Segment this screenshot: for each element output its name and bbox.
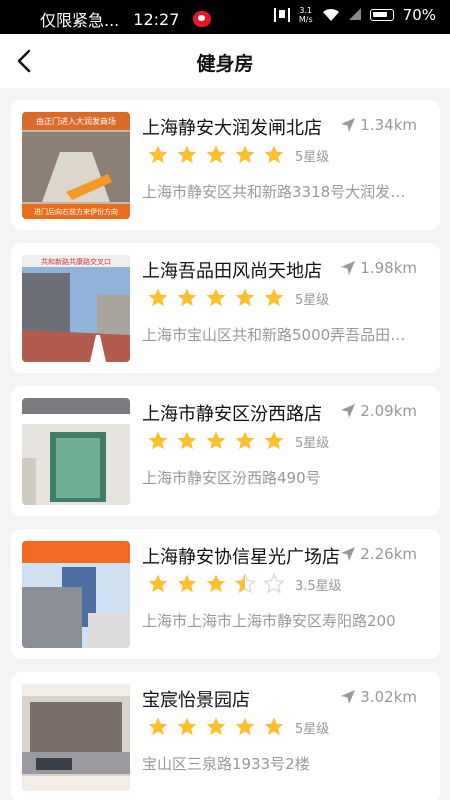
navigation-arrow-icon [341, 547, 356, 561]
star-rating: 3.5星级 [147, 573, 342, 595]
status-bar: 仅限紧急... 12:27 3.1 M/s 70% [0, 0, 450, 34]
star-filled-icon [148, 145, 168, 164]
star-filled-icon [264, 717, 284, 736]
signal-icon [348, 6, 361, 24]
gym-name: 宝宸怡景园店 [142, 690, 250, 711]
rating-label: 5星级 [295, 721, 330, 737]
gym-distance-text: 1.98km [360, 259, 417, 277]
rating-label: 5星级 [295, 435, 330, 451]
navigation-arrow-icon [341, 690, 356, 704]
gym-distance-text: 2.09km [360, 402, 417, 420]
gym-card[interactable]: 共和新路共康路交叉口 上海吾品田风尚天地店 1.98km 5星级 上海市宝山区共… [11, 243, 440, 373]
gym-name: 上海静安协信星光广场店 [142, 547, 340, 568]
star-rating: 5星级 [147, 716, 329, 738]
network-speed-unit: M/s [298, 15, 313, 24]
gym-thumbnail [22, 684, 130, 791]
gym-distance: 3.02km [339, 688, 417, 706]
star-filled-icon [235, 717, 255, 736]
gym-name: 上海吾品田风尚天地店 [142, 261, 322, 282]
star-filled-icon [177, 717, 197, 736]
weibo-notification-icon [193, 11, 212, 27]
star-filled-icon [206, 145, 226, 164]
gym-thumbnail: 由正门进入大润发商场进门后向右前方来伊份方向 [22, 112, 130, 219]
star-filled-icon [206, 574, 226, 593]
star-rating: 5星级 [147, 287, 329, 309]
gym-distance-text: 3.02km [360, 688, 417, 706]
wifi-icon [322, 8, 340, 22]
gym-address: 上海市宝山区共和新路5000弄吾品田风尚天地 [142, 326, 412, 344]
vibrate-icon [273, 8, 290, 22]
star-filled-icon [148, 288, 168, 307]
navigation-arrow-icon [341, 118, 356, 132]
star-filled-icon [177, 574, 197, 593]
gym-address: 上海市静安区共和新路3318号大润发闸北店 [142, 183, 412, 201]
thumbnail-caption-bottom: 进门后向右前方来伊份方向 [34, 207, 118, 216]
battery-percent: 70% [402, 6, 436, 24]
star-filled-icon [235, 288, 255, 307]
gym-distance-text: 1.34km [360, 116, 417, 134]
gym-thumbnail [22, 398, 130, 505]
gym-name: 上海静安大润发闸北店 [142, 118, 322, 139]
navigation-arrow-icon [341, 404, 356, 418]
thumbnail-caption-top: 由正门进入大润发商场 [36, 116, 116, 126]
star-filled-icon [177, 431, 197, 450]
gym-distance: 2.09km [339, 402, 417, 420]
top-app-bar: 健身房 [0, 34, 450, 88]
rating-label: 5星级 [295, 149, 330, 165]
navigation-arrow-icon [341, 261, 356, 275]
star-rating: 5星级 [147, 144, 329, 166]
gym-card[interactable]: 上海静安协信星光广场店 2.26km 3.5星级 上海市上海市上海市静安区寿阳路… [11, 529, 440, 659]
gym-distance: 2.26km [339, 545, 417, 563]
star-filled-icon [148, 574, 168, 593]
gym-distance-text: 2.26km [360, 545, 417, 563]
network-speed-value: 3.1 [299, 6, 313, 15]
gym-card[interactable]: 上海市静安区汾西路店 2.09km 5星级 上海市静安区汾西路490号 [11, 386, 440, 516]
gym-thumbnail [22, 541, 130, 648]
star-rating: 5星级 [147, 430, 329, 452]
gym-address: 宝山区三泉路1933号2楼 [142, 755, 310, 773]
gym-address: 上海市上海市上海市静安区寿阳路200 [142, 612, 396, 630]
star-filled-icon [206, 288, 226, 307]
clock: 12:27 [133, 9, 180, 29]
rating-label: 5星级 [295, 292, 330, 308]
gym-list: 由正门进入大润发商场 进门后向右前方来伊份方向 上海静安大润发闸北店 1.34km… [11, 100, 440, 800]
gym-distance: 1.98km [339, 259, 417, 277]
star-filled-icon [264, 145, 284, 164]
network-speed: 3.1 M/s [299, 6, 313, 24]
star-half-icon [234, 573, 256, 594]
star-filled-icon [235, 431, 255, 450]
gym-address: 上海市静安区汾西路490号 [142, 469, 321, 487]
star-empty-icon [263, 573, 285, 594]
page-title: 健身房 [196, 53, 254, 75]
star-filled-icon [177, 145, 197, 164]
notification-text: 仅限紧急... [40, 11, 120, 30]
star-filled-icon [264, 288, 284, 307]
gym-distance: 1.34km [339, 116, 417, 134]
thumbnail-caption-top: 共和新路共康路交叉口 [41, 257, 111, 266]
star-filled-icon [264, 431, 284, 450]
gym-name: 上海市静安区汾西路店 [142, 404, 322, 425]
rating-label: 3.5星级 [295, 578, 342, 594]
star-filled-icon [235, 145, 255, 164]
battery-icon [369, 9, 394, 21]
gym-thumbnail: 共和新路共康路交叉口 [22, 255, 130, 362]
star-filled-icon [177, 288, 197, 307]
star-filled-icon [206, 717, 226, 736]
star-filled-icon [148, 431, 168, 450]
star-filled-icon [206, 431, 226, 450]
star-filled-icon [148, 717, 168, 736]
gym-card[interactable]: 由正门进入大润发商场 进门后向右前方来伊份方向 上海静安大润发闸北店 1.34km… [11, 100, 440, 230]
gym-card[interactable]: 宝宸怡景园店 3.02km 5星级 宝山区三泉路1933号2楼 [11, 672, 440, 800]
